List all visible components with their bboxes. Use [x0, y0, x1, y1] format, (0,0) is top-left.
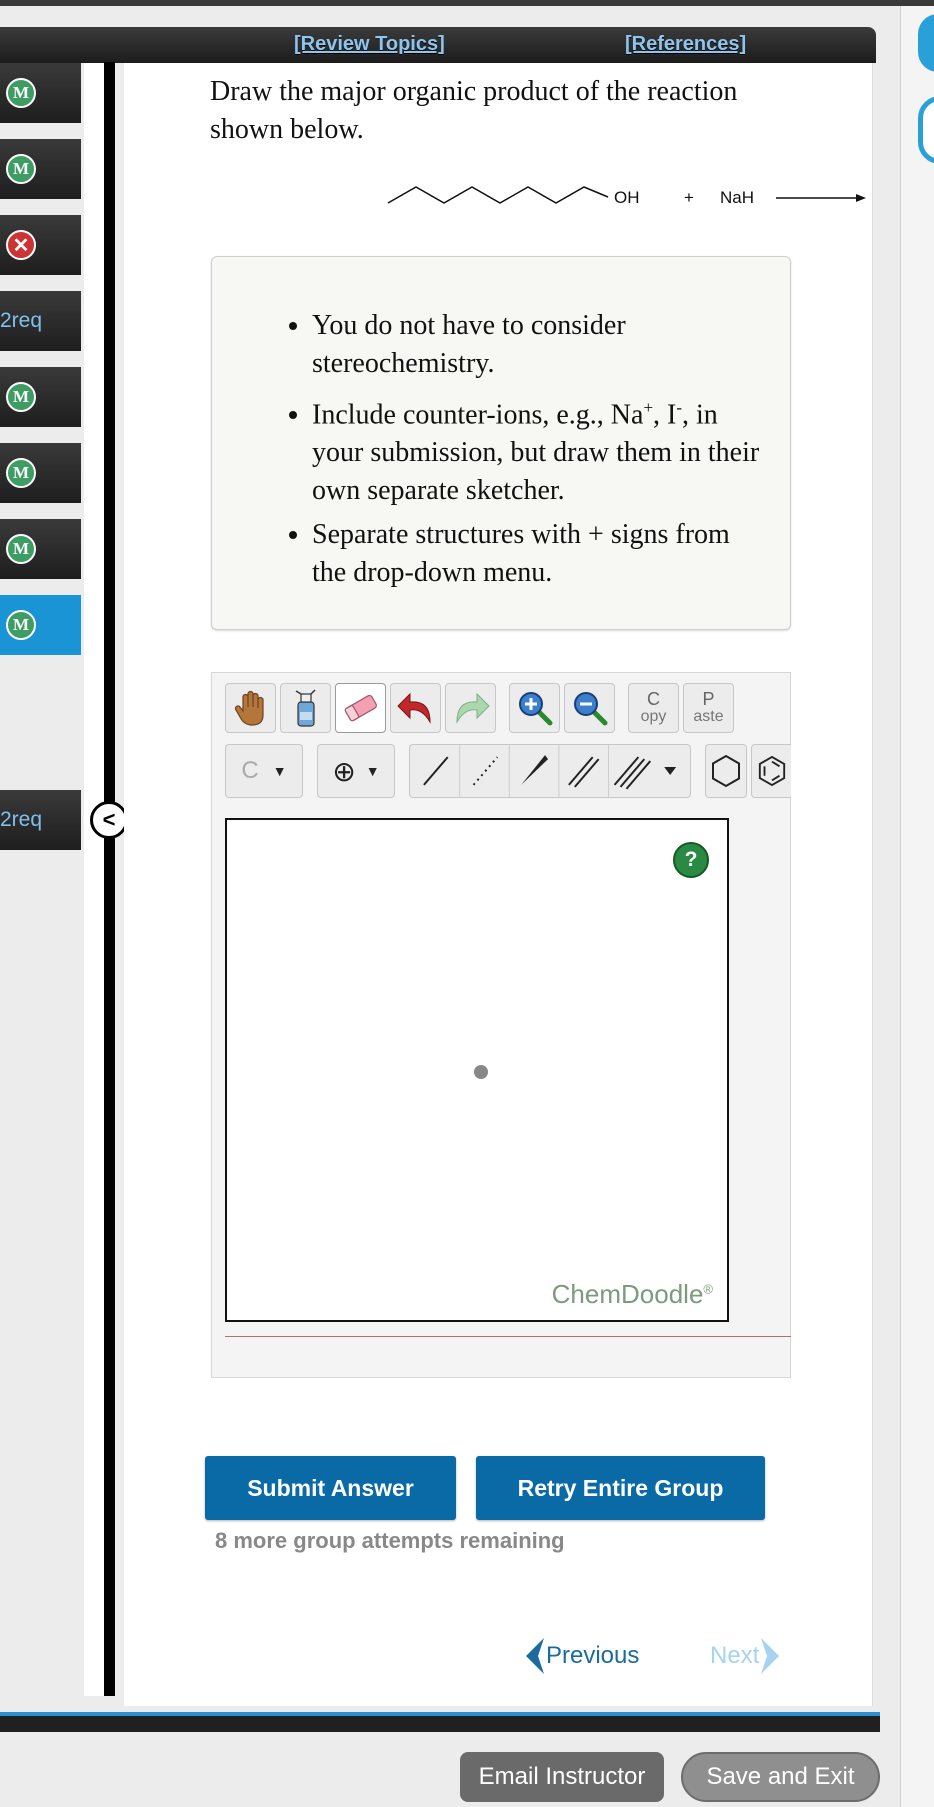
sketcher-divider-line: [225, 1336, 791, 1337]
instruction-text: , I: [653, 399, 677, 431]
benzene-tool[interactable]: [751, 744, 791, 798]
redo-button[interactable]: [445, 683, 496, 733]
instruction-counter-ions: Include counter-ions, e.g., Na+, I-, in …: [312, 389, 770, 510]
zoom-in-icon: [518, 692, 552, 726]
sidebar-req-label: 2req: [0, 309, 43, 332]
sidebar-item-7[interactable]: M: [0, 519, 81, 579]
instruction-text: Separate structures with + signs from th…: [312, 519, 730, 589]
question-text: Draw the major organic product of the re…: [210, 76, 738, 145]
attempts-remaining: 8 more group attempts remaining: [215, 1528, 565, 1553]
mastered-icon: M: [6, 458, 36, 488]
eraser-icon: [344, 694, 377, 722]
sidebar-item-3[interactable]: ✕: [0, 215, 81, 275]
copy-button[interactable]: Copy: [628, 683, 679, 733]
pan-tool-button[interactable]: [225, 683, 276, 733]
review-topics-link[interactable]: [Review Topics]: [294, 33, 445, 56]
zoom-in-button[interactable]: [509, 683, 560, 733]
chevron-left-icon: [526, 1638, 544, 1674]
next-link[interactable]: Next: [710, 1636, 781, 1676]
sidebar-req-label: 2req: [0, 808, 43, 831]
bond-tools-icons: [423, 745, 677, 797]
drawing-canvas[interactable]: ? ChemDoodle®: [225, 818, 729, 1322]
sidebar-item-8-active[interactable]: M: [0, 595, 81, 655]
clear-tool-button[interactable]: [280, 683, 331, 733]
dashed-bond-icon: [472, 756, 499, 786]
reagent-label: NaH: [720, 188, 754, 207]
sidebar-item-6[interactable]: M: [0, 443, 81, 503]
redo-icon: [455, 692, 490, 724]
undo-icon: [396, 692, 431, 724]
reaction-arrow-head: [856, 194, 866, 202]
hexagon-icon: [712, 754, 740, 788]
zoom-out-icon: [573, 692, 607, 726]
chevron-down-icon: ▼: [365, 763, 380, 779]
undo-button[interactable]: [390, 683, 441, 733]
benzene-icon: [758, 755, 785, 787]
collapse-sidebar-button[interactable]: <: [90, 801, 128, 839]
submit-answer-button[interactable]: Submit Answer: [205, 1456, 456, 1520]
chevron-down-icon: [664, 767, 677, 775]
copy-label: Copy: [640, 689, 667, 725]
previous-label: Previous: [546, 1642, 640, 1669]
zoom-out-button[interactable]: [564, 683, 615, 733]
instruction-text: You do not have to consider stereochemis…: [312, 310, 626, 379]
instruction-stereochemistry: You do not have to consider stereochemis…: [312, 307, 770, 383]
double-bond-icon: [568, 756, 600, 788]
sidebar-item-4[interactable]: 2req: [0, 291, 81, 351]
mastered-icon: M: [6, 382, 36, 412]
incorrect-icon: ✕: [6, 230, 36, 260]
sidebar-item-9[interactable]: 2req: [0, 790, 81, 850]
previous-link[interactable]: Previous: [524, 1636, 639, 1676]
mastered-icon: M: [6, 534, 36, 564]
cyclohexane-tool[interactable]: [705, 744, 747, 798]
atom-label: C: [241, 757, 259, 784]
sidebar-item-5[interactable]: M: [0, 367, 81, 427]
right-edge-panel: [900, 6, 934, 1807]
references-link[interactable]: [References]: [625, 33, 746, 56]
sidebar-item-2[interactable]: M: [0, 139, 81, 199]
chevron-right-icon: [761, 1638, 780, 1674]
chevron-down-icon: ▼: [272, 763, 287, 779]
question-content: Draw the major organic product of the re…: [124, 63, 873, 1706]
retry-group-button[interactable]: Retry Entire Group: [476, 1456, 765, 1520]
question-sidebar: M M ✕ 2req M M M M 2req: [0, 63, 82, 1697]
hand-icon: [234, 690, 264, 726]
chemdoodle-watermark: ChemDoodle®: [551, 1279, 713, 1309]
wedge-bond-icon: [521, 755, 549, 785]
paste-button[interactable]: Paste: [683, 683, 734, 733]
mastered-icon: M: [6, 78, 36, 108]
mastered-icon: M: [6, 610, 36, 640]
instruction-text: Include counter-ions, e.g., Na: [312, 399, 644, 431]
sidebar-item-1[interactable]: M: [0, 63, 81, 123]
spray-bottle-icon: [295, 689, 316, 727]
bond-tools-group[interactable]: [409, 744, 691, 798]
canvas-cursor-dot: [474, 1065, 488, 1079]
mastered-icon: M: [6, 154, 36, 184]
charge-plus-icon: ⊕: [332, 755, 356, 787]
chemdoodle-sketcher: Copy Paste C ▼ ⊕ ▼ ? ChemDoodle®: [211, 672, 791, 1378]
plus-sign: +: [684, 188, 694, 207]
next-label: Next: [710, 1642, 760, 1669]
save-and-exit-button[interactable]: Save and Exit: [681, 1752, 880, 1802]
superscript-plus: +: [643, 398, 654, 417]
charge-dropdown[interactable]: ⊕ ▼: [317, 744, 395, 798]
single-bond-icon: [423, 756, 449, 786]
top-strip: [0, 0, 934, 6]
reaction-scheme: OH + NaH: [387, 186, 866, 207]
email-instructor-button[interactable]: Email Instructor: [460, 1752, 664, 1802]
eraser-tool-button[interactable]: [335, 683, 386, 733]
sidebar-divider: [104, 62, 115, 1696]
instruction-separate-structures: Separate structures with + signs from th…: [312, 516, 770, 592]
atom-label-dropdown[interactable]: C ▼: [225, 744, 303, 798]
help-button[interactable]: ?: [673, 842, 709, 878]
bottom-bar: [0, 1712, 880, 1732]
content-left-margin: [84, 63, 104, 1696]
oh-label: OH: [614, 188, 640, 207]
instructions-box: You do not have to consider stereochemis…: [211, 256, 791, 630]
header-bar: [Review Topics] [References]: [0, 27, 876, 63]
paste-label: Paste: [693, 689, 724, 725]
triple-bond-icon: [613, 756, 652, 790]
carbon-chain: [387, 186, 609, 204]
